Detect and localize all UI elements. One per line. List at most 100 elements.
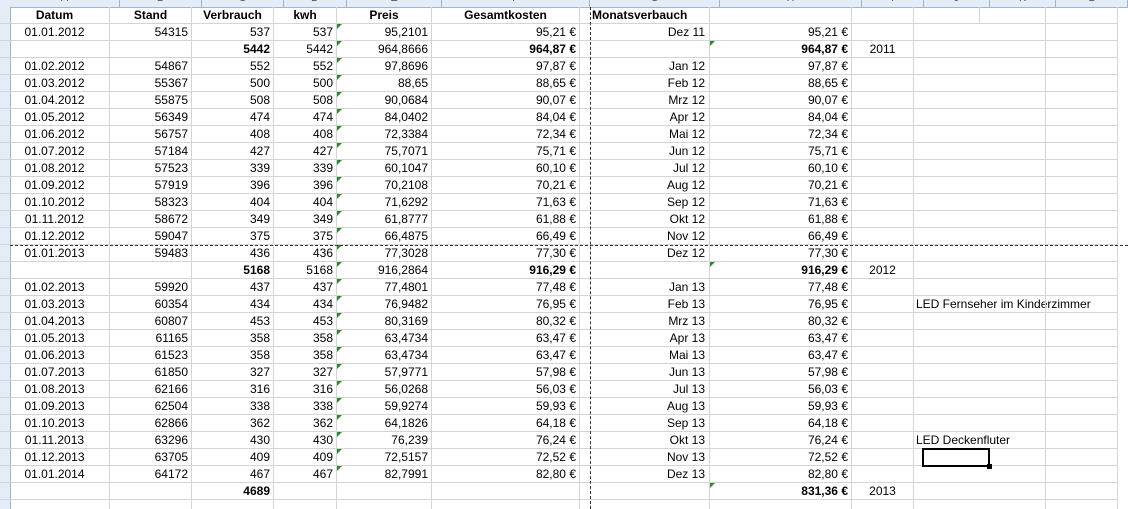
cell-k[interactable] xyxy=(980,245,1046,262)
cell-d[interactable]: 500 xyxy=(274,75,337,92)
cell-l[interactable] xyxy=(1046,449,1118,466)
cell-b[interactable]: 57919 xyxy=(110,177,192,194)
cell-k[interactable] xyxy=(980,126,1046,143)
cell-h[interactable]: 75,71 € xyxy=(710,143,852,160)
cell-l[interactable] xyxy=(1046,330,1118,347)
cell-f[interactable]: 63,47 € xyxy=(432,347,580,364)
cell-d[interactable]: 467 xyxy=(274,466,337,483)
column-header-a[interactable]: A xyxy=(10,0,120,7)
cell-g[interactable]: Jan 12 xyxy=(580,58,710,75)
cell-i[interactable] xyxy=(852,109,914,126)
header-stand[interactable]: Stand xyxy=(110,7,192,24)
cell-a[interactable]: 01.05.2013 xyxy=(0,330,110,347)
cell-j[interactable] xyxy=(914,194,980,211)
cell-d[interactable]: 5168 xyxy=(274,262,337,279)
cell-g[interactable]: Aug 12 xyxy=(580,177,710,194)
column-header-c[interactable]: C xyxy=(202,0,284,7)
cell-a[interactable]: 01.11.2013 xyxy=(0,432,110,449)
cell-i[interactable] xyxy=(852,398,914,415)
cell-k[interactable] xyxy=(980,381,1046,398)
cell-i[interactable] xyxy=(852,143,914,160)
cell-f[interactable]: 59,93 € xyxy=(432,398,580,415)
cell-h[interactable]: 76,95 € xyxy=(710,296,852,313)
cell-e[interactable]: 72,5157 xyxy=(337,449,432,466)
cell-g[interactable]: Feb 13 xyxy=(580,296,710,313)
cell-h[interactable]: 916,29 € xyxy=(710,262,852,279)
cell-c[interactable]: 349 xyxy=(192,211,274,228)
cell-g[interactable]: Sep 13 xyxy=(580,415,710,432)
cell-i[interactable] xyxy=(852,466,914,483)
cell-a[interactable]: 01.09.2013 xyxy=(0,398,110,415)
cell-f[interactable]: 84,04 € xyxy=(432,109,580,126)
cell-h[interactable]: 72,34 € xyxy=(710,126,852,143)
cell-h[interactable]: 57,98 € xyxy=(710,364,852,381)
cell-c[interactable]: 474 xyxy=(192,109,274,126)
cell-g[interactable]: Mrz 13 xyxy=(580,313,710,330)
cell-k[interactable] xyxy=(980,364,1046,381)
cell-d[interactable]: 396 xyxy=(274,177,337,194)
cell-f[interactable]: 57,98 € xyxy=(432,364,580,381)
cell-f[interactable]: 60,10 € xyxy=(432,160,580,177)
cell-h[interactable]: 70,21 € xyxy=(710,177,852,194)
cell-l[interactable] xyxy=(1046,262,1118,279)
cell-k[interactable] xyxy=(980,109,1046,126)
cell-k1[interactable] xyxy=(980,7,1046,24)
cell-c[interactable]: 552 xyxy=(192,58,274,75)
cell-h[interactable]: 82,80 € xyxy=(710,466,852,483)
cell-d[interactable]: 338 xyxy=(274,398,337,415)
cell-c[interactable]: 467 xyxy=(192,466,274,483)
cell-c[interactable]: 409 xyxy=(192,449,274,466)
cell-g[interactable] xyxy=(580,483,710,500)
cell-b[interactable]: 54867 xyxy=(110,58,192,75)
cell-e[interactable]: 82,7991 xyxy=(337,466,432,483)
cell-j[interactable] xyxy=(914,109,980,126)
cell-i[interactable] xyxy=(852,92,914,109)
cell-j[interactable] xyxy=(914,500,980,509)
cell-b[interactable]: 59920 xyxy=(110,279,192,296)
cell-i[interactable] xyxy=(852,364,914,381)
cell-d[interactable]: 474 xyxy=(274,109,337,126)
cell-e[interactable]: 88,65 xyxy=(337,75,432,92)
cell-f[interactable]: 72,52 € xyxy=(432,449,580,466)
cell-i[interactable] xyxy=(852,24,914,41)
cell-i[interactable] xyxy=(852,279,914,296)
cell-b[interactable]: 57184 xyxy=(110,143,192,160)
cell-l[interactable] xyxy=(1046,75,1118,92)
cell-a[interactable]: 01.01.2013 xyxy=(0,245,110,262)
cell-k[interactable] xyxy=(980,330,1046,347)
cell-j[interactable] xyxy=(914,58,980,75)
cell-g[interactable]: Okt 12 xyxy=(580,211,710,228)
cell-e[interactable] xyxy=(337,483,432,500)
cell-d[interactable] xyxy=(274,500,337,509)
column-header-g[interactable]: G xyxy=(590,0,720,7)
cell-h[interactable]: 90,07 € xyxy=(710,92,852,109)
active-cell-cursor[interactable] xyxy=(922,448,992,469)
cell-h[interactable]: 64,18 € xyxy=(710,415,852,432)
cell-h[interactable]: 84,04 € xyxy=(710,109,852,126)
cell-b[interactable]: 59483 xyxy=(110,245,192,262)
cell-g[interactable]: Jul 12 xyxy=(580,160,710,177)
cell-j1[interactable] xyxy=(914,7,980,24)
cell-h[interactable]: 56,03 € xyxy=(710,381,852,398)
cell-c[interactable]: 500 xyxy=(192,75,274,92)
cell-e[interactable]: 57,9771 xyxy=(337,364,432,381)
cell-c[interactable]: 339 xyxy=(192,160,274,177)
cell-k[interactable] xyxy=(980,58,1046,75)
cell-f[interactable]: 70,21 € xyxy=(432,177,580,194)
cell-b[interactable]: 63705 xyxy=(110,449,192,466)
cell-e[interactable]: 56,0268 xyxy=(337,381,432,398)
cell-a[interactable]: 01.02.2013 xyxy=(0,279,110,296)
cell-f[interactable]: 72,34 € xyxy=(432,126,580,143)
header-monatsverbauch[interactable]: Monatsverbauch xyxy=(580,7,710,24)
cell-b[interactable]: 61523 xyxy=(110,347,192,364)
cell-f[interactable]: 56,03 € xyxy=(432,381,580,398)
cell-k[interactable] xyxy=(980,194,1046,211)
cell-j[interactable] xyxy=(914,347,980,364)
cell-d[interactable]: 349 xyxy=(274,211,337,228)
cell-k[interactable] xyxy=(980,279,1046,296)
cell-j[interactable] xyxy=(914,126,980,143)
cell-i[interactable] xyxy=(852,432,914,449)
cell-a[interactable]: 01.03.2012 xyxy=(0,75,110,92)
cell-g[interactable] xyxy=(580,500,710,509)
cell-a[interactable]: 01.04.2013 xyxy=(0,313,110,330)
